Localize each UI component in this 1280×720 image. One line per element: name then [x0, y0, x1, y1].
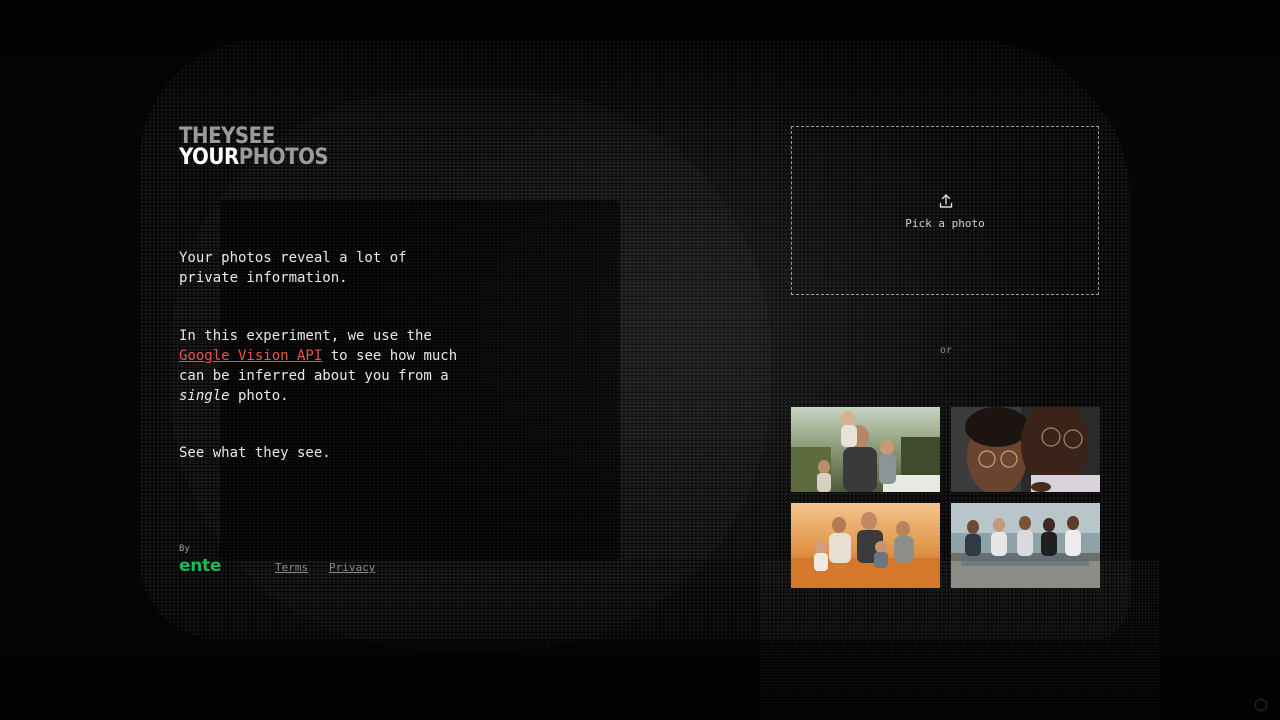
sample-photo-couple-closeup[interactable] — [951, 407, 1100, 492]
sample-photo-friends-sitting[interactable] — [951, 503, 1100, 588]
intro-p2-emphasis: single — [179, 388, 230, 404]
site-logo[interactable]: THEYSEE YOURPHOTOS — [179, 124, 329, 170]
sample-photo-4-image — [951, 503, 1100, 588]
terms-link[interactable]: Terms — [275, 561, 308, 574]
intro-paragraph-2: In this experiment, we use the Google Vi… — [179, 326, 469, 406]
by-label: By — [179, 544, 190, 554]
pick-photo-label: Pick a photo — [905, 217, 985, 230]
sample-photo-1-image — [791, 407, 940, 492]
upload-icon — [939, 194, 953, 208]
sample-photo-2-image — [951, 407, 1100, 492]
logo-word-your: YOUR — [179, 145, 239, 170]
intro-p2-text-start: In this experiment, we use the — [179, 328, 432, 344]
intro-p2-text-end: photo. — [229, 388, 289, 404]
or-separator: or — [939, 345, 953, 356]
pick-photo-dropzone[interactable]: Pick a photo — [791, 126, 1099, 295]
sample-photo-family-flowers[interactable] — [791, 503, 940, 588]
sample-photo-family-outdoors[interactable] — [791, 407, 940, 492]
sample-photo-3-image — [791, 503, 940, 588]
corner-watermark-icon — [1254, 698, 1268, 712]
ente-brand-link[interactable]: ente — [179, 556, 221, 576]
logo-line-2: YOURPHOTOS — [179, 145, 329, 170]
google-vision-api-link[interactable]: Google Vision API — [179, 348, 322, 364]
intro-paragraph-3: See what they see. — [179, 445, 331, 461]
page: THEYSEE YOURPHOTOS Your photos reveal a … — [0, 0, 1280, 720]
logo-word-photos: PHOTOS — [238, 145, 329, 170]
privacy-link[interactable]: Privacy — [329, 561, 375, 574]
intro-paragraph-1: Your photos reveal a lot of private info… — [179, 250, 407, 286]
logo-line-1: THEYSEE — [179, 124, 275, 149]
